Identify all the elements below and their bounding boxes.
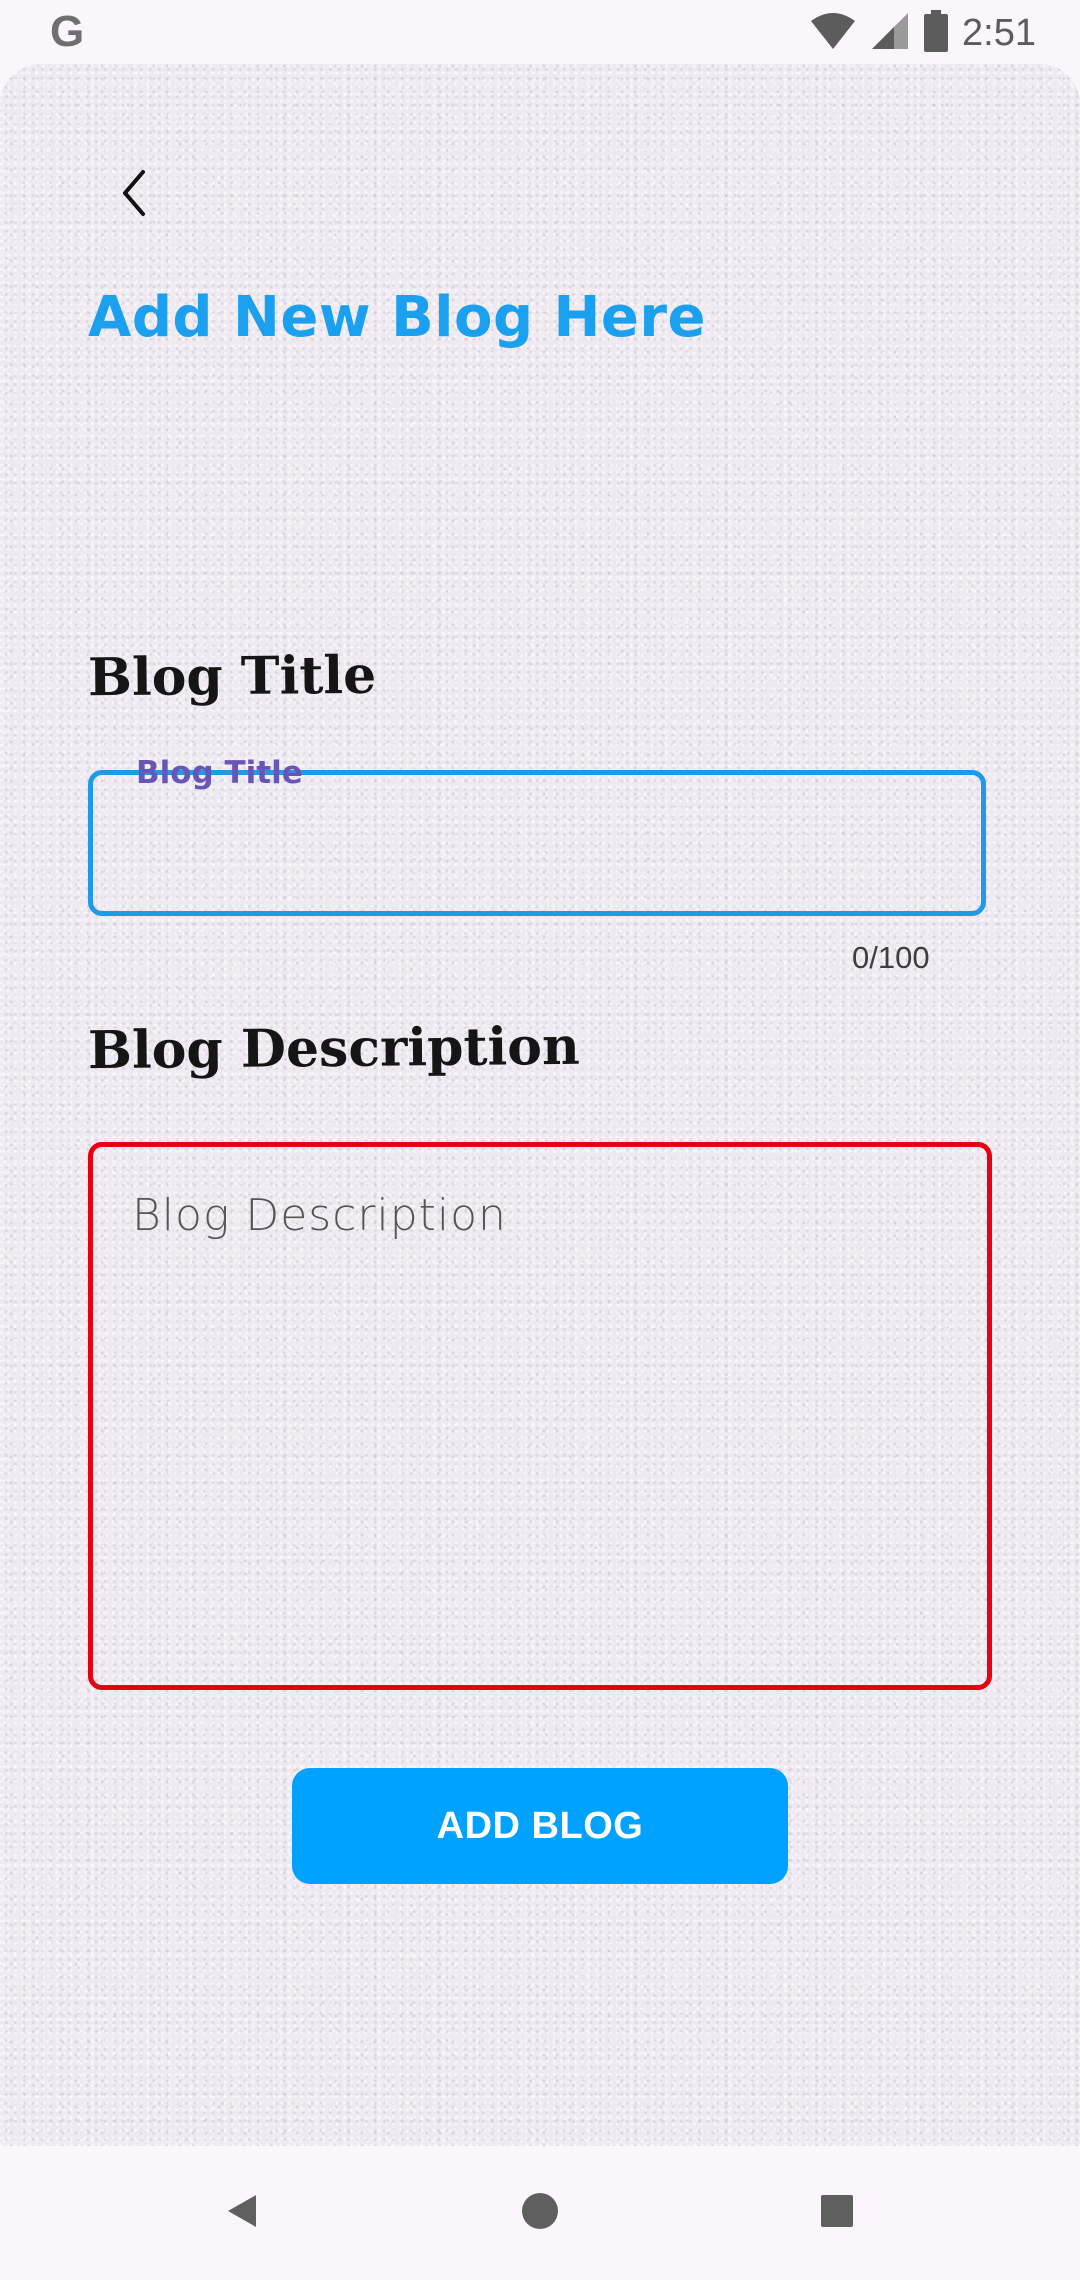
triangle-back-icon: [222, 2191, 262, 2236]
blog-title-input[interactable]: [88, 770, 986, 916]
blog-description-placeholder: Blog Description: [132, 1190, 507, 1241]
status-bar: G 2:51: [0, 0, 1080, 64]
add-blog-button[interactable]: ADD BLOG: [292, 1768, 788, 1884]
google-g-icon: G: [50, 7, 85, 56]
navigation-bar: [0, 2146, 1080, 2280]
cellular-signal-icon: [870, 11, 910, 56]
status-icons: 2:51: [810, 8, 1036, 58]
blog-description-section-label: Blog Description: [87, 1015, 581, 1082]
wifi-icon: [810, 11, 856, 56]
blog-title-section-label: Blog Title: [87, 644, 377, 709]
circle-home-icon: [520, 2191, 560, 2236]
chevron-left-icon: [115, 168, 155, 223]
nav-back-button[interactable]: [205, 2176, 279, 2250]
nav-home-button[interactable]: [503, 2176, 577, 2250]
clock: 2:51: [962, 12, 1036, 54]
character-counter: 0/100: [852, 940, 930, 975]
add-blog-screen: G 2:51 Add New Blog Here Blog Title Blog…: [0, 0, 1080, 2280]
blog-title-floating-label: Blog Title: [136, 755, 303, 791]
page-title: Add New Blog Here: [88, 285, 706, 350]
nav-recents-button[interactable]: [800, 2176, 874, 2250]
battery-icon: [924, 9, 949, 57]
back-button[interactable]: [100, 160, 170, 230]
square-recents-icon: [819, 2193, 855, 2234]
